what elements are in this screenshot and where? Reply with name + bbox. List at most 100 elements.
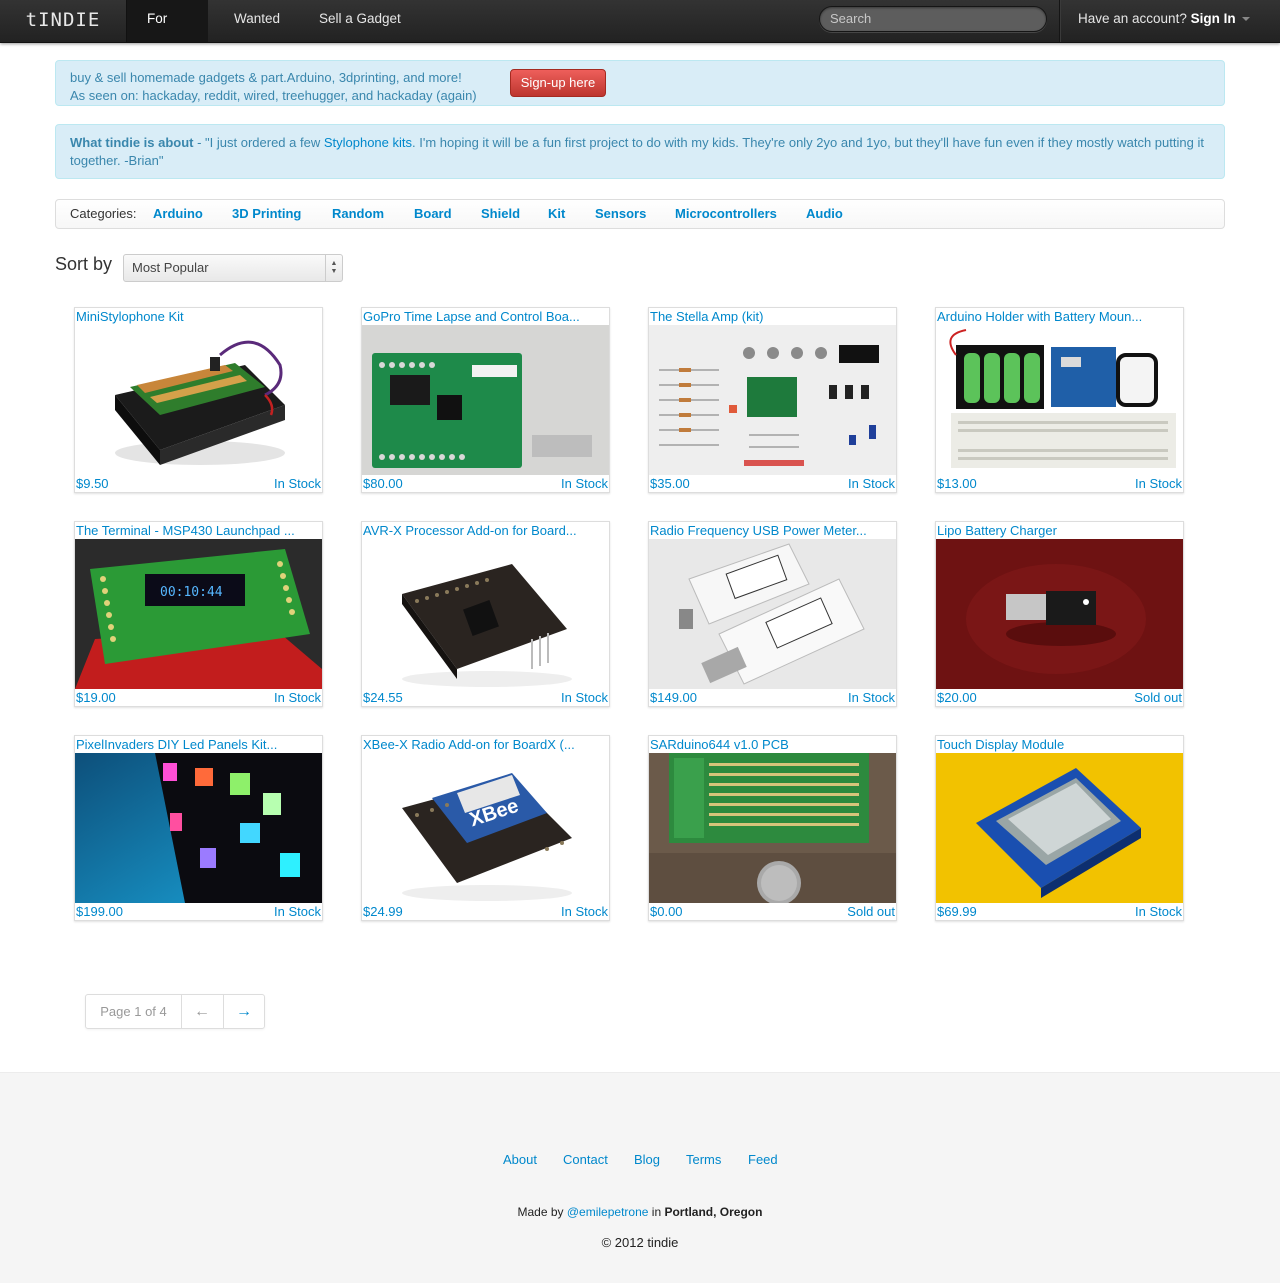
terminal-launchpad-photo[interactable]: 00:10:44 <box>75 539 322 689</box>
product-stock: In Stock <box>274 476 321 491</box>
category-shield[interactable]: Shield <box>481 200 520 228</box>
product-price: $24.55 <box>363 690 403 705</box>
category-kit[interactable]: Kit <box>548 200 565 228</box>
banner-line1: buy & sell homemade gadgets & part.Ardui… <box>70 70 462 85</box>
product-card[interactable]: Lipo Battery Charger $20.00 Sold out <box>935 521 1184 707</box>
categories-bar: Categories: Arduino 3D Printing Random B… <box>55 199 1225 229</box>
stylophone-link[interactable]: Stylophone kits <box>324 135 412 150</box>
product-title[interactable]: The Terminal - MSP430 Launchpad ... <box>76 522 316 539</box>
xbee-addon-photo[interactable]: XBee <box>362 753 609 903</box>
category-microcontrollers[interactable]: Microcontrollers <box>675 200 777 228</box>
category-sensors[interactable]: Sensors <box>595 200 646 228</box>
footer-link-feed[interactable]: Feed <box>748 1152 778 1167</box>
product-title[interactable]: MiniStylophone Kit <box>76 308 316 325</box>
signin-dropdown[interactable]: Have an account? Sign In <box>1078 0 1250 42</box>
made-by-in: in <box>648 1205 665 1219</box>
nav-for-sale[interactable]: For Sale <box>127 0 208 63</box>
product-card[interactable]: Touch Display Module $69.99 In Stock <box>935 735 1184 921</box>
copyright: © 2012 tindie <box>601 1235 679 1250</box>
product-price: $0.00 <box>650 904 683 919</box>
select-arrows-icon: ▲ ▼ <box>325 255 342 281</box>
prev-page-button[interactable]: ← <box>181 995 224 1028</box>
product-title[interactable]: AVR-X Processor Add-on for Board... <box>363 522 603 539</box>
product-card[interactable]: SARduino644 v1.0 PCB $0.00 Sold out <box>648 735 897 921</box>
ministylophone-photo[interactable] <box>75 325 322 475</box>
signin-label[interactable]: Sign In <box>1191 11 1236 26</box>
sort-label: Sort by <box>55 254 113 274</box>
account-text: Have an account? <box>1078 11 1187 26</box>
product-price: $13.00 <box>937 476 977 491</box>
footer-link-terms[interactable]: Terms <box>686 1152 721 1167</box>
product-price: $149.00 <box>650 690 697 705</box>
product-title[interactable]: Touch Display Module <box>937 736 1177 753</box>
product-stock: Sold out <box>1134 690 1182 705</box>
footer-link-blog[interactable]: Blog <box>634 1152 660 1167</box>
product-card[interactable]: The Terminal - MSP430 Launchpad ... 00:1… <box>74 521 323 707</box>
product-card[interactable]: MiniStylophone Kit $9.50 In Stock <box>74 307 323 493</box>
next-page-button[interactable]: → <box>224 995 264 1028</box>
svg-text:00:10:44: 00:10:44 <box>160 585 223 600</box>
category-random[interactable]: Random <box>332 200 384 228</box>
product-stock: In Stock <box>848 476 895 491</box>
signup-banner: buy & sell homemade gadgets & part.Ardui… <box>55 60 1225 106</box>
product-title[interactable]: GoPro Time Lapse and Control Boa... <box>363 308 603 325</box>
page-indicator: Page 1 of 4 <box>86 995 182 1028</box>
product-stock: In Stock <box>848 690 895 705</box>
product-title[interactable]: Radio Frequency USB Power Meter... <box>650 522 890 539</box>
footer: About Contact Blog Terms Feed Made by @e… <box>0 1072 1280 1283</box>
product-stock: In Stock <box>561 904 608 919</box>
navbar-divider <box>1059 0 1061 42</box>
product-title[interactable]: XBee-X Radio Add-on for BoardX (... <box>363 736 603 753</box>
avr-x-addon-photo[interactable] <box>362 539 609 689</box>
product-title[interactable]: The Stella Amp (kit) <box>650 308 890 325</box>
footer-link-contact[interactable]: Contact <box>563 1152 608 1167</box>
banner-line2: As seen on: hackaday, reddit, wired, tre… <box>70 88 477 103</box>
product-stock: In Stock <box>1135 476 1182 491</box>
nav-sell-gadget[interactable]: Sell a Gadget <box>299 0 421 42</box>
product-stock: In Stock <box>274 690 321 705</box>
product-card[interactable]: PixelInvaders DIY Led Panels Kit... $199… <box>74 735 323 921</box>
product-title[interactable]: Lipo Battery Charger <box>937 522 1177 539</box>
product-stock: Sold out <box>847 904 895 919</box>
top-navbar: tINDIE For Sale Wanted Sell a Gadget Sea… <box>0 0 1280 63</box>
category-arduino[interactable]: Arduino <box>153 200 203 228</box>
product-card[interactable]: XBee-X Radio Add-on for BoardX (... XBee… <box>361 735 610 921</box>
sort-select[interactable]: Most Popular ▲ ▼ <box>123 254 343 282</box>
sarduino-pcb-photo[interactable] <box>649 753 896 903</box>
about-text-before: - "I just ordered a few <box>193 135 324 150</box>
product-title[interactable]: PixelInvaders DIY Led Panels Kit... <box>76 736 316 753</box>
product-price: $20.00 <box>937 690 977 705</box>
stella-amp-kit-photo[interactable] <box>649 325 896 475</box>
footer-link-about[interactable]: About <box>503 1152 537 1167</box>
rf-usb-power-meter-photo[interactable] <box>649 539 896 689</box>
made-by-prefix: Made by <box>517 1205 567 1219</box>
arduino-holder-photo[interactable] <box>936 325 1183 475</box>
categories-label: Categories: <box>70 206 137 221</box>
product-stock: In Stock <box>561 476 608 491</box>
search-input[interactable]: Search <box>819 6 1047 32</box>
product-title[interactable]: SARduino644 v1.0 PCB <box>650 736 890 753</box>
product-stock: In Stock <box>1135 904 1182 919</box>
author-handle-link[interactable]: @emilepetrone <box>567 1205 649 1219</box>
category-3d-printing[interactable]: 3D Printing <box>232 200 301 228</box>
product-card[interactable]: Arduino Holder with Battery Moun... $13.… <box>935 307 1184 493</box>
lipo-charger-photo[interactable] <box>936 539 1183 689</box>
category-audio[interactable]: Audio <box>806 200 843 228</box>
signup-button[interactable]: Sign-up here <box>510 69 606 97</box>
pagination: Page 1 of 4 ← → <box>85 994 265 1029</box>
product-price: $199.00 <box>76 904 123 919</box>
gopro-board-photo[interactable] <box>362 325 609 475</box>
sort-selected: Most Popular <box>132 260 209 275</box>
brand-logo[interactable]: tINDIE <box>0 0 127 42</box>
product-card[interactable]: GoPro Time Lapse and Control Boa... $80.… <box>361 307 610 493</box>
category-board[interactable]: Board <box>414 200 452 228</box>
touch-display-photo[interactable] <box>936 753 1183 903</box>
product-card[interactable]: AVR-X Processor Add-on for Board... $24.… <box>361 521 610 707</box>
product-card[interactable]: Radio Frequency USB Power Meter... $149.… <box>648 521 897 707</box>
product-price: $80.00 <box>363 476 403 491</box>
product-title[interactable]: Arduino Holder with Battery Moun... <box>937 308 1177 325</box>
product-card[interactable]: The Stella Amp (kit) $35.00 In Stock <box>648 307 897 493</box>
led-panels-photo[interactable] <box>75 753 322 903</box>
product-price: $69.99 <box>937 904 977 919</box>
nav-wanted[interactable]: Wanted <box>214 0 300 42</box>
